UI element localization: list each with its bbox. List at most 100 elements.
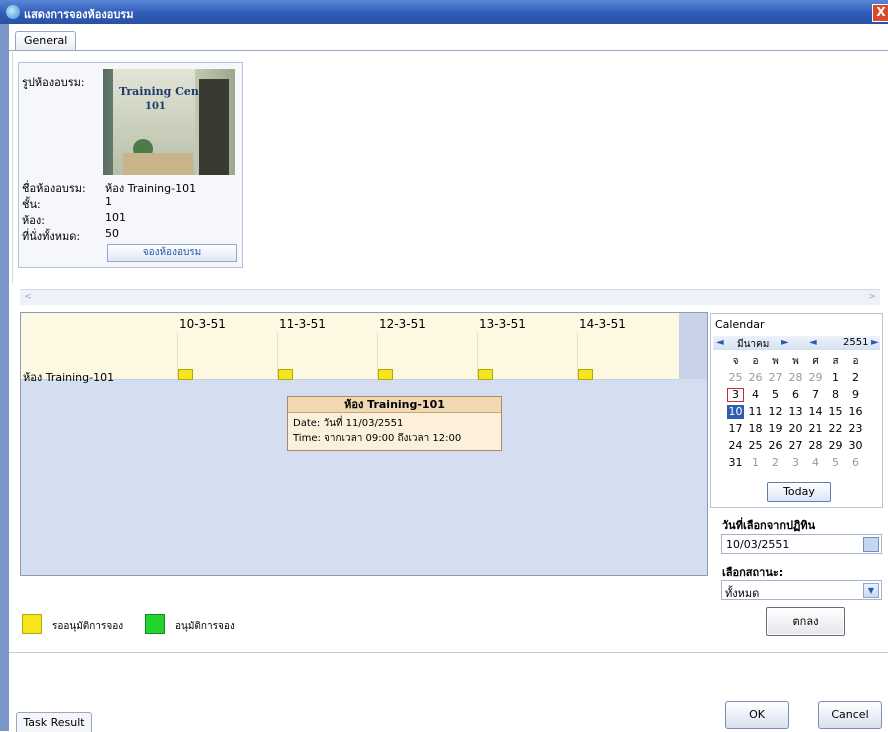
window-left-border [0, 24, 9, 731]
booking-marker-pending[interactable] [478, 369, 493, 380]
calendar-day[interactable]: 25 [727, 371, 744, 385]
calendar-day[interactable]: 3 [787, 456, 804, 470]
calendar-day[interactable]: 21 [807, 422, 824, 436]
cancel-button[interactable]: Cancel [818, 701, 882, 729]
calendar-day[interactable]: 29 [827, 439, 844, 453]
date-field-value: 10/03/2551 [726, 538, 790, 551]
seats-label: ที่นั่งทั้งหมด: [22, 230, 81, 243]
calendar-day[interactable]: 11 [747, 405, 764, 419]
calendar-day[interactable]: 5 [827, 456, 844, 470]
month-label[interactable]: มีนาคม [737, 337, 769, 352]
date-field[interactable]: 10/03/2551 [721, 534, 882, 554]
calendar-icon[interactable] [863, 537, 879, 552]
tab-bar: General [9, 28, 888, 51]
schedule-header-gap [679, 313, 707, 379]
calendar-day[interactable]: 15 [827, 405, 844, 419]
scroll-left-icon[interactable]: < [22, 292, 34, 303]
calendar-day[interactable]: 13 [787, 405, 804, 419]
calendar-day[interactable]: 4 [747, 388, 764, 402]
weekday-header: ส [832, 356, 839, 367]
calendar-day[interactable]: 6 [787, 388, 804, 402]
calendar-day[interactable]: 1 [827, 371, 844, 385]
calendar-day[interactable]: 31 [727, 456, 744, 470]
legend-approved-swatch [145, 614, 165, 634]
calendar-day[interactable]: 26 [767, 439, 784, 453]
calendar-nav: ◄ มีนาคม ► ◄ 2551 ► [713, 336, 880, 350]
calendar-day[interactable]: 12 [767, 405, 784, 419]
prev-year-icon[interactable]: ◄ [809, 337, 817, 348]
prev-month-icon[interactable]: ◄ [716, 337, 724, 348]
calendar-day[interactable]: 14 [807, 405, 824, 419]
weekday-header: จ [732, 356, 739, 367]
calendar-day[interactable]: 18 [747, 422, 764, 436]
close-button[interactable]: X [872, 4, 888, 22]
filter-submit-button[interactable]: ตกลง [766, 607, 845, 636]
tooltip-time: Time: จากเวลา 09:00 ถึงเวลา 12:00 [293, 433, 462, 444]
legend-pending-label: รออนุมัติการจอง [52, 621, 124, 632]
calendar-day[interactable]: 8 [827, 388, 844, 402]
calendar-day[interactable]: 6 [847, 456, 864, 470]
tab-task-result[interactable]: Task Result [16, 712, 92, 732]
scroll-right-icon[interactable]: > [866, 292, 878, 303]
date-column-header: 14-3-51 [579, 317, 626, 331]
calendar-day[interactable]: 24 [727, 439, 744, 453]
weekday-header: พ [792, 356, 799, 367]
calendar-title: Calendar [715, 318, 765, 331]
calendar-day[interactable]: 2 [767, 456, 784, 470]
calendar-day[interactable]: 25 [747, 439, 764, 453]
date-column-header: 10-3-51 [179, 317, 226, 331]
photo-table [123, 153, 193, 175]
legend-pending-swatch [22, 614, 42, 634]
today-button[interactable]: Today [767, 482, 831, 502]
next-year-icon[interactable]: ► [871, 337, 879, 348]
photo-sign-number: 101 [145, 101, 166, 112]
calendar-day[interactable]: 7 [807, 388, 824, 402]
photo-door [199, 79, 229, 175]
ok-button[interactable]: OK [725, 701, 789, 729]
booking-marker-pending[interactable] [578, 369, 593, 380]
calendar-day[interactable]: 5 [767, 388, 784, 402]
calendar-day[interactable]: 17 [727, 422, 744, 436]
calendar-day[interactable]: 29 [807, 371, 824, 385]
room-name-value: ห้อง Training-101 [105, 182, 197, 195]
calendar-day[interactable]: 9 [847, 388, 864, 402]
calendar-day[interactable]: 26 [747, 371, 764, 385]
calendar-day[interactable]: 22 [827, 422, 844, 436]
calendar-day[interactable]: 28 [787, 371, 804, 385]
legend-approved-label: อนุมัติการจอง [175, 621, 235, 632]
calendar-day-today[interactable]: 3 [727, 388, 744, 402]
calendar-day[interactable]: 16 [847, 405, 864, 419]
calendar-day[interactable]: 1 [747, 456, 764, 470]
calendar-day[interactable]: 27 [767, 371, 784, 385]
calendar: Calendar ◄ มีนาคม ► ◄ 2551 ► จ อ พ พ ศ ส… [710, 313, 883, 508]
tab-general[interactable]: General [15, 31, 77, 50]
calendar-day[interactable]: 20 [787, 422, 804, 436]
room-image-label: รูปห้องอบรม: [22, 76, 85, 89]
tooltip-title: ห้อง Training-101 [288, 397, 501, 413]
window-title: แสดงการจองห้องอบรม [24, 8, 134, 21]
room-row-label: ห้อง Training-101 [23, 371, 115, 384]
date-column-header: 11-3-51 [279, 317, 326, 331]
tooltip-date: Date: วันที่ 11/03/2551 [293, 418, 404, 429]
status-select[interactable]: ทั้งหมด ▼ [721, 580, 882, 600]
calendar-day[interactable]: 27 [787, 439, 804, 453]
footer-divider [9, 652, 888, 653]
calendar-day[interactable]: 2 [847, 371, 864, 385]
app-icon [6, 5, 20, 19]
booking-marker-pending[interactable] [178, 369, 193, 380]
title-bar: แสดงการจองห้องอบรม X [0, 0, 888, 24]
calendar-day[interactable]: 28 [807, 439, 824, 453]
horizontal-scrollbar[interactable]: < > [20, 289, 880, 305]
calendar-day[interactable]: 30 [847, 439, 864, 453]
book-room-button[interactable]: จองห้องอบรม [107, 244, 237, 262]
booking-marker-pending[interactable] [278, 369, 293, 380]
calendar-day[interactable]: 19 [767, 422, 784, 436]
next-month-icon[interactable]: ► [781, 337, 789, 348]
status-select-value: ทั้งหมด [725, 587, 760, 600]
chevron-down-icon[interactable]: ▼ [863, 583, 879, 598]
calendar-day[interactable]: 23 [847, 422, 864, 436]
calendar-day-selected[interactable]: 10 [727, 405, 744, 419]
booking-marker-pending[interactable] [378, 369, 393, 380]
year-label[interactable]: 2551 [843, 337, 868, 348]
calendar-day[interactable]: 4 [807, 456, 824, 470]
